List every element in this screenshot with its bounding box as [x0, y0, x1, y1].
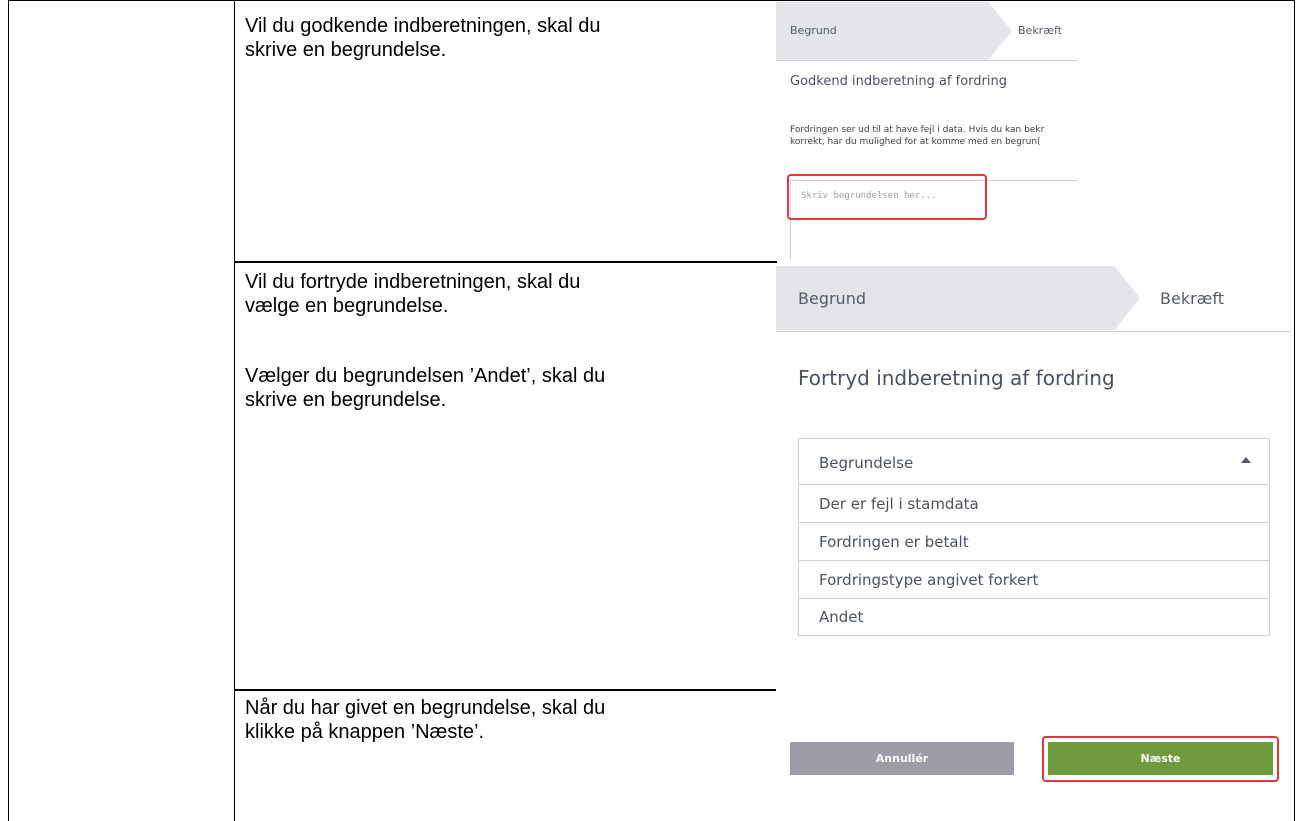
cancel-button[interactable]: Annullér: [790, 742, 1014, 775]
reason-dropdown[interactable]: Begrundelse Der er fejl i stamdata Fordr…: [798, 438, 1270, 636]
instruction-approve: Vil du godkende indberetningen, skal du …: [245, 14, 765, 62]
step-indicator: Begrund Bekræft: [776, 2, 1078, 61]
instruction-line: vælge en begrundelse.: [245, 295, 449, 317]
caret-up-icon: [1241, 457, 1251, 463]
instruction-line: Når du har givet en begrundelse, skal du: [245, 697, 606, 719]
description-line: Fordringen ser ud til at have fejl i dat…: [790, 125, 1045, 135]
instruction-cancel: Vil du fortryde indberetningen, skal du …: [245, 270, 765, 318]
step-bekraeft: Bekræft: [1160, 289, 1224, 308]
dropdown-option[interactable]: Der er fejl i stamdata: [799, 485, 1269, 523]
dropdown-header[interactable]: Begrundelse: [799, 439, 1269, 485]
step-begrund: Begrund: [776, 2, 1012, 60]
cancel-dialog-screenshot: Begrund Bekræft Fortryd indberetning af …: [776, 266, 1290, 696]
highlight-box: [1042, 736, 1279, 782]
step-bekraeft: Bekræft: [1018, 24, 1062, 37]
step-begrund: Begrund: [776, 266, 1140, 330]
dropdown-option[interactable]: Fordringstype angivet forkert: [799, 561, 1269, 599]
instruction-line: Vælger du begrundelsen ’Andet’, skal du: [245, 365, 606, 387]
instruction-line: skrive en begrundelse.: [245, 39, 447, 61]
approve-dialog-screenshot: Begrund Bekræft Godkend indberetning af …: [776, 2, 1078, 260]
description-line: korrekt, har du mulighed for at komme me…: [790, 137, 1041, 147]
dialog-title: Godkend indberetning af fordring: [790, 74, 1007, 89]
step-indicator: Begrund Bekræft: [776, 266, 1290, 332]
instruction-other: Vælger du begrundelsen ’Andet’, skal du …: [245, 364, 765, 412]
highlight-box: [787, 174, 987, 220]
table-column-divider: [234, 0, 235, 821]
dropdown-option[interactable]: Fordringen er betalt: [799, 523, 1269, 561]
instruction-line: Vil du fortryde indberetningen, skal du: [245, 271, 581, 293]
instruction-line: klikke på knappen ’Næste’.: [245, 721, 485, 743]
instruction-line: Vil du godkende indberetningen, skal du: [245, 15, 601, 37]
dialog-title: Fortryd indberetning af fordring: [798, 366, 1115, 390]
instruction-line: skrive en begrundelse.: [245, 389, 447, 411]
dialog-description: Fordringen ser ud til at have fejl i dat…: [790, 124, 1078, 148]
dropdown-label: Begrundelse: [819, 454, 914, 472]
step-label: Begrund: [798, 289, 866, 308]
dropdown-option[interactable]: Andet: [799, 599, 1269, 635]
step-label: Begrund: [790, 24, 837, 37]
row-divider: [234, 261, 777, 263]
row-divider: [234, 689, 777, 691]
instruction-next: Når du har givet en begrundelse, skal du…: [245, 696, 765, 744]
